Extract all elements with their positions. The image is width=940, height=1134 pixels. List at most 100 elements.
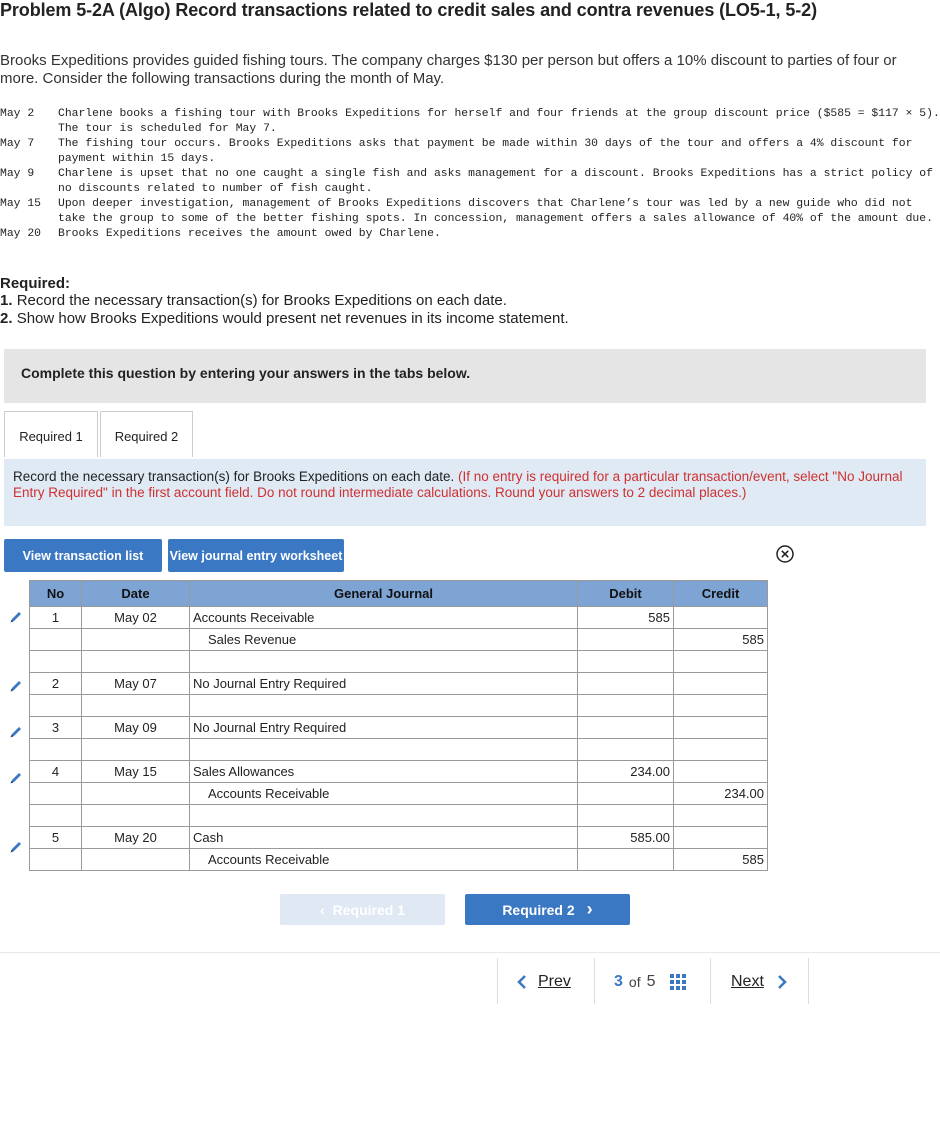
cell-no [29, 650, 82, 673]
cell-debit[interactable] [577, 848, 674, 871]
cell-credit[interactable] [673, 650, 768, 673]
prev-required-label: Required 1 [332, 901, 406, 918]
header-debit: Debit [577, 580, 674, 607]
chevron-left-icon: ‹ [319, 901, 325, 918]
cell-no [29, 804, 82, 827]
cell-no: 3 [29, 716, 82, 739]
next-required-label: Required 2 [502, 901, 575, 918]
transaction-text: The fishing tour occurs. Brooks Expediti… [58, 138, 913, 165]
view-journal-entry-worksheet-button[interactable]: View journal entry worksheet [168, 539, 344, 572]
cell-debit[interactable]: 585.00 [577, 826, 674, 849]
transaction-text: Brooks Expeditions receives the amount o… [58, 228, 441, 240]
cell-debit[interactable] [577, 738, 674, 761]
edit-pencil-icon[interactable] [8, 770, 24, 786]
cell-account[interactable] [189, 738, 578, 761]
cell-no [29, 738, 82, 761]
cell-account[interactable]: Sales Revenue [189, 628, 578, 651]
cell-date [81, 804, 190, 827]
cell-no: 4 [29, 760, 82, 783]
cell-credit[interactable] [673, 804, 768, 827]
edit-pencil-icon[interactable] [8, 839, 24, 855]
transaction-date: May 2 [0, 108, 35, 120]
required-heading: Required: [0, 275, 71, 292]
cell-date [81, 650, 190, 673]
cell-debit[interactable] [577, 650, 674, 673]
chevron-right-icon: › [586, 899, 593, 919]
transaction-list: May 2 Charlene books a fishing tour with … [0, 107, 940, 242]
transaction-item: May 15 Upon deeper investigation, managem… [0, 197, 940, 227]
prev-page-link[interactable]: Prev [516, 962, 571, 1002]
pager-divider [808, 958, 809, 1004]
current-page: 3 [614, 973, 623, 990]
table-row: 2 May 07 No Journal Entry Required [29, 672, 768, 695]
complete-banner-text: Complete this question by entering your … [21, 365, 471, 381]
tab-required-2[interactable]: Required 2 [100, 411, 193, 457]
header-no: No [29, 580, 82, 607]
view-transaction-list-button[interactable]: View transaction list [4, 539, 162, 572]
cell-debit[interactable] [577, 628, 674, 651]
cell-debit[interactable]: 234.00 [577, 760, 674, 783]
cell-credit[interactable]: 585 [673, 848, 768, 871]
cell-debit[interactable]: 585 [577, 606, 674, 629]
cell-account[interactable]: Accounts Receivable [189, 782, 578, 805]
cell-debit[interactable] [577, 804, 674, 827]
tab-required-1[interactable]: Required 1 [4, 411, 98, 457]
cell-date: May 07 [81, 672, 190, 695]
cell-credit[interactable] [673, 738, 768, 761]
cell-account[interactable]: Accounts Receivable [189, 606, 578, 629]
cell-credit[interactable]: 234.00 [673, 782, 768, 805]
cell-account[interactable]: No Journal Entry Required [189, 716, 578, 739]
header-general-journal: General Journal [189, 580, 578, 607]
cell-account[interactable] [189, 650, 578, 673]
cell-debit[interactable] [577, 782, 674, 805]
pager-divider [710, 958, 711, 1004]
table-row: Sales Revenue 585 [29, 628, 768, 651]
prev-required-button[interactable]: ‹ Required 1 [280, 894, 445, 925]
page-indicator: 3 of 5 [614, 962, 686, 1002]
close-circle-icon[interactable] [776, 545, 794, 563]
cell-debit[interactable] [577, 694, 674, 717]
edit-pencil-icon[interactable] [8, 678, 24, 694]
transaction-item: May 2 Charlene books a fishing tour with … [0, 107, 940, 137]
prev-page-label: Prev [538, 973, 571, 990]
cell-account[interactable]: No Journal Entry Required [189, 672, 578, 695]
cell-date [81, 694, 190, 717]
cell-debit[interactable] [577, 716, 674, 739]
cell-no: 1 [29, 606, 82, 629]
table-row: 4 May 15 Sales Allowances 234.00 [29, 760, 768, 783]
cell-no: 2 [29, 672, 82, 695]
grid-icon[interactable] [669, 974, 686, 990]
complete-banner: Complete this question by entering your … [4, 349, 926, 403]
required-item-1: 1. Record the necessary transaction(s) f… [0, 292, 507, 309]
cell-credit[interactable] [673, 672, 768, 695]
next-required-button[interactable]: Required 2 › [465, 894, 630, 925]
cell-credit[interactable]: 585 [673, 628, 768, 651]
cell-credit[interactable] [673, 606, 768, 629]
problem-intro: Brooks Expeditions provides guided fishi… [0, 52, 897, 87]
cell-credit[interactable] [673, 716, 768, 739]
required-item-2: 2. Show how Brooks Expeditions would pre… [0, 310, 569, 327]
cell-account[interactable]: Accounts Receivable [189, 848, 578, 871]
transaction-item: May 20 Brooks Expeditions receives the am… [0, 227, 940, 242]
transaction-text: Charlene books a fishing tour with Brook… [58, 108, 940, 135]
tab-label: Required 2 [114, 429, 179, 444]
cell-no [29, 782, 82, 805]
cell-date [81, 782, 190, 805]
cell-account[interactable] [189, 694, 578, 717]
pager-divider [594, 958, 595, 1004]
cell-credit[interactable] [673, 826, 768, 849]
edit-pencil-icon[interactable] [8, 724, 24, 740]
cell-account[interactable] [189, 804, 578, 827]
cell-no [29, 694, 82, 717]
edit-pencil-icon[interactable] [8, 609, 24, 625]
cell-credit[interactable] [673, 694, 768, 717]
cell-date [81, 628, 190, 651]
cell-debit[interactable] [577, 672, 674, 695]
table-row: 1 May 02 Accounts Receivable 585 [29, 606, 768, 629]
transaction-date: May 20 [0, 228, 42, 240]
next-page-link[interactable]: Next [731, 962, 788, 1002]
cell-credit[interactable] [673, 760, 768, 783]
required-number: 1. [0, 292, 13, 309]
cell-account[interactable]: Cash [189, 826, 578, 849]
cell-account[interactable]: Sales Allowances [189, 760, 578, 783]
